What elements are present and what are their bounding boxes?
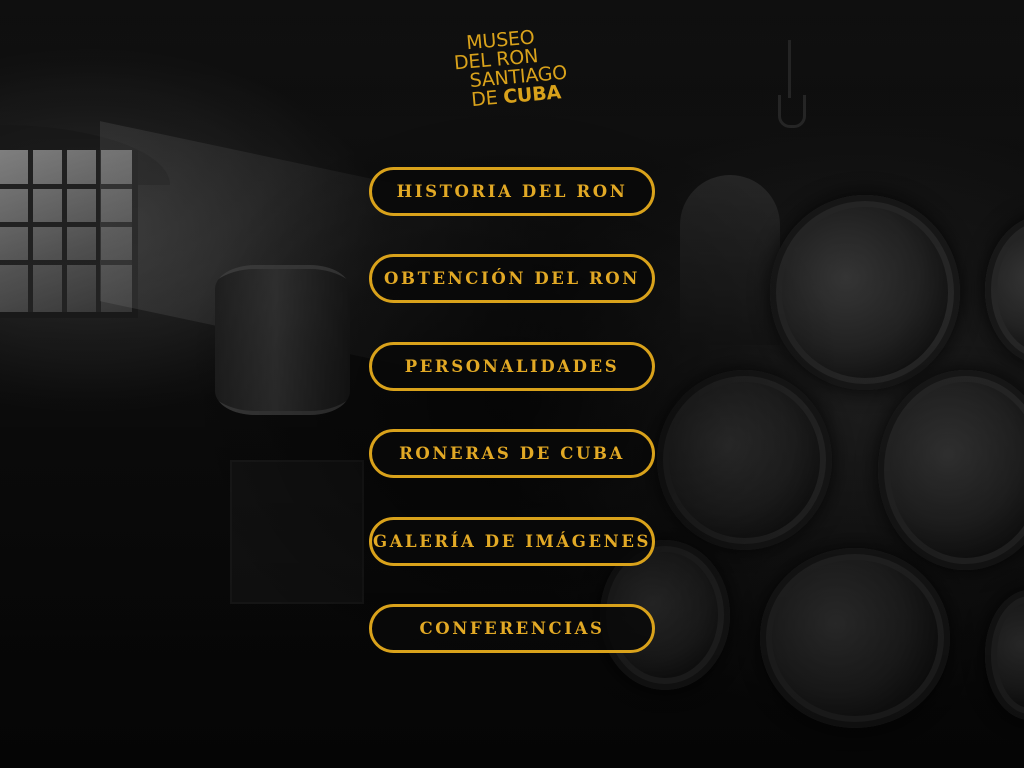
logo-line-4-bold: CUBA bbox=[502, 81, 562, 109]
museum-logo: MUSEO DEL RON SANTIAGO DE CUBA bbox=[451, 23, 582, 119]
menu-button-galeria-de-imagenes[interactable]: GALERÍA DE IMÁGENES bbox=[369, 516, 655, 566]
menu-button-personalidades[interactable]: PERSONALIDADES bbox=[369, 341, 655, 391]
logo-line-4-prefix: DE bbox=[470, 86, 499, 112]
menu-button-conferencias[interactable]: CONFERENCIAS bbox=[369, 603, 655, 653]
logo-line-4: DE CUBA bbox=[470, 81, 562, 112]
menu-button-roneras-de-cuba[interactable]: RONERAS DE CUBA bbox=[369, 429, 655, 479]
menu-button-obtencion-del-ron[interactable]: OBTENCIÓN DEL RON bbox=[369, 254, 655, 304]
home-screen: MUSEO DEL RON SANTIAGO DE CUBA HISTORIA … bbox=[0, 0, 1024, 768]
main-menu: HISTORIA DEL RON OBTENCIÓN DEL RON PERSO… bbox=[369, 167, 655, 691]
menu-button-historia-del-ron[interactable]: HISTORIA DEL RON bbox=[369, 167, 655, 216]
